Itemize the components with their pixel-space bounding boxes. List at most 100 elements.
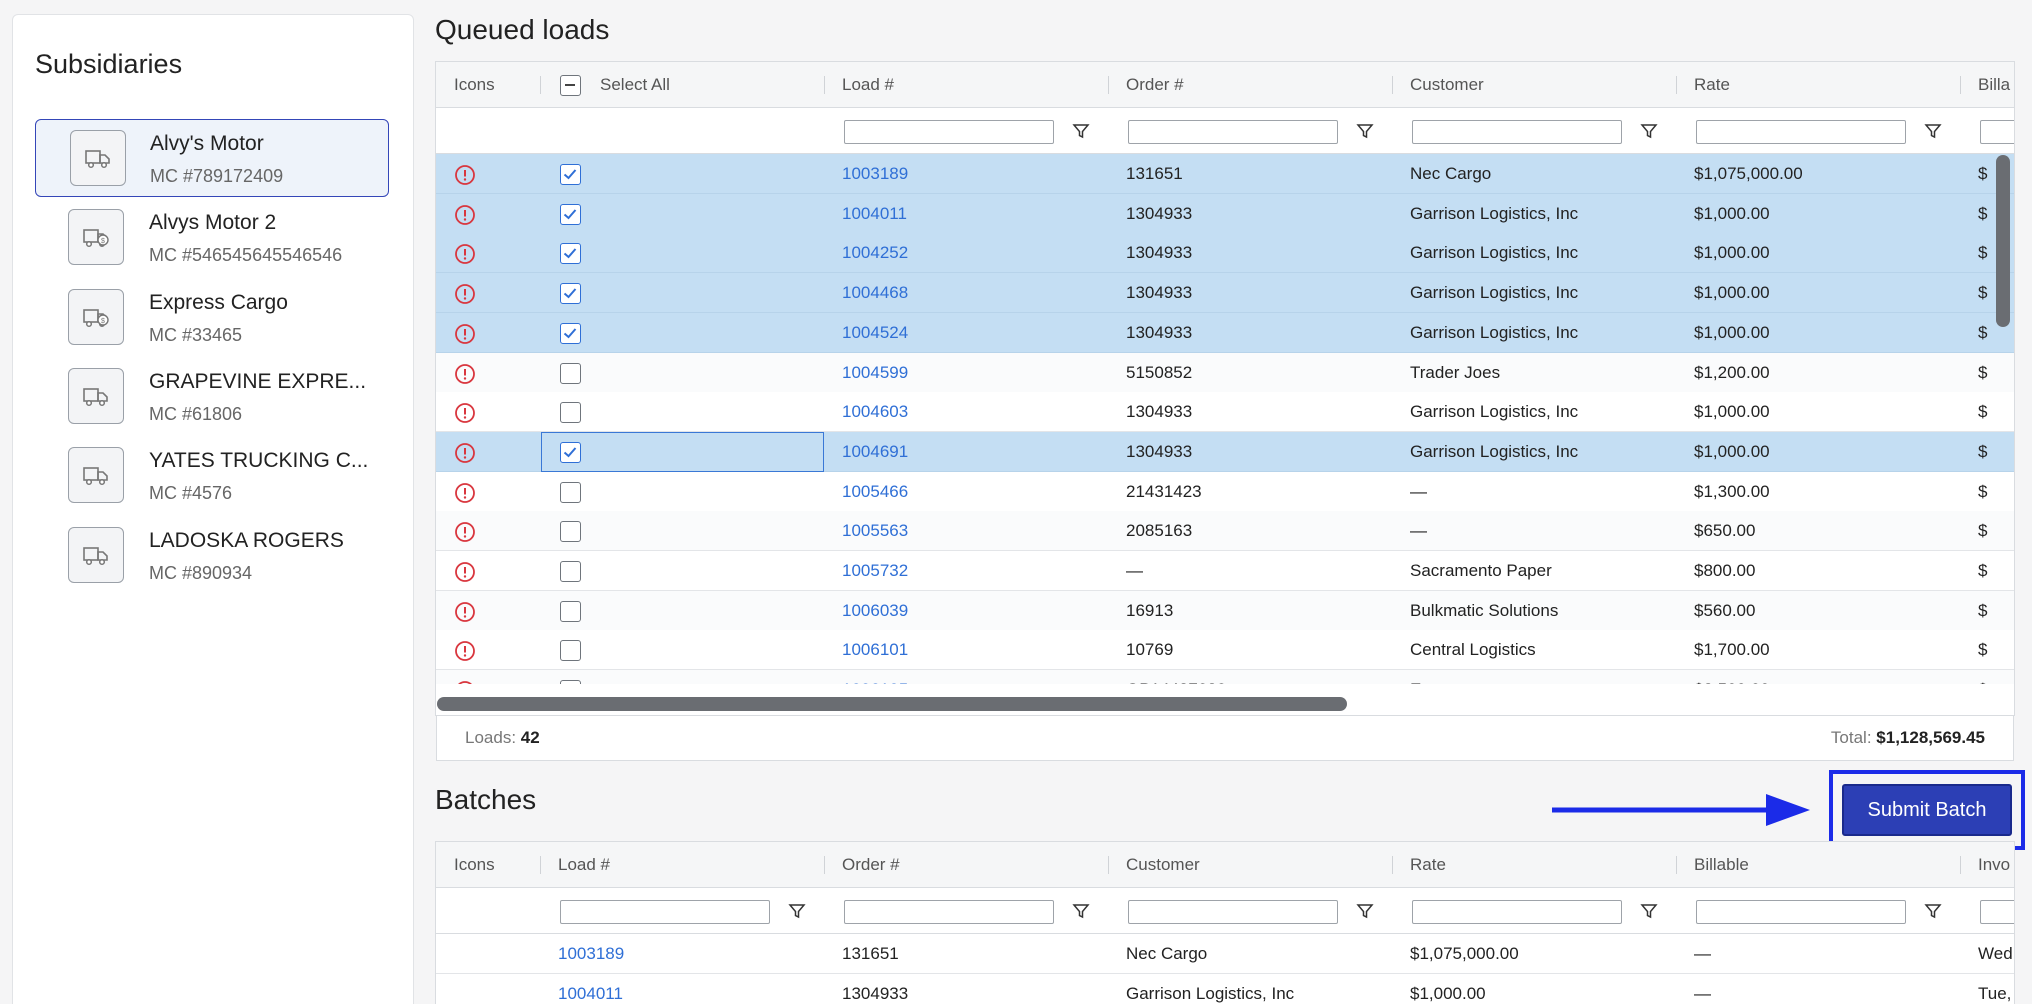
column-filter-input[interactable] bbox=[1980, 120, 2014, 144]
cell-billable: $ bbox=[1978, 561, 1988, 580]
load-number-link[interactable]: 1005563 bbox=[824, 511, 1108, 551]
row-checkbox[interactable] bbox=[560, 322, 581, 344]
column-filter-input[interactable] bbox=[1128, 120, 1338, 144]
row-checkbox[interactable] bbox=[560, 164, 581, 185]
horizontal-scrollbar[interactable] bbox=[437, 697, 1347, 711]
column-header-customer[interactable]: Customer bbox=[1392, 62, 1676, 108]
column-header-rate[interactable]: Rate bbox=[1676, 62, 1960, 108]
table-row[interactable]: 1004524 1304933 Garrison Logistics, Inc $1,… bbox=[436, 312, 2014, 353]
load-number-link[interactable]: 1004691 bbox=[824, 432, 1108, 472]
load-number-link[interactable]: 1004603 bbox=[824, 392, 1108, 432]
row-checkbox[interactable] bbox=[560, 203, 581, 225]
filter-icon[interactable] bbox=[1072, 122, 1090, 140]
subsidiary-item[interactable]: Alvy's Motor MC #789172409 bbox=[35, 119, 389, 197]
cell-rate: $1,075,000.00 bbox=[1410, 944, 1519, 963]
subsidiary-item[interactable]: $ Alvys Motor 2 MC #546545645546546 bbox=[34, 198, 388, 276]
table-row[interactable]: 1005563 2085163 — $650.00 $ bbox=[436, 511, 2014, 552]
column-filter-input[interactable] bbox=[560, 900, 770, 924]
subsidiary-name: YATES TRUCKING C... bbox=[149, 449, 369, 473]
load-number-link[interactable]: 1004524 bbox=[824, 313, 1108, 353]
load-number-link[interactable]: 1006039 bbox=[824, 591, 1108, 631]
table-row[interactable]: 1004603 1304933 Garrison Logistics, Inc $1,… bbox=[436, 392, 2014, 433]
row-checkbox[interactable] bbox=[560, 481, 581, 503]
table-row[interactable]: 1006101 10769 Central Logistics $1,700.00 $ bbox=[436, 630, 2014, 671]
subsidiary-item[interactable]: LADOSKA ROGERS MC #890934 bbox=[34, 516, 388, 594]
load-number-link[interactable]: 1004011 bbox=[540, 974, 824, 1004]
table-row[interactable]: 1003189 131651 Nec Cargo $1,075,000.00 $ bbox=[436, 154, 2014, 194]
batches-column-header-load[interactable]: Load # bbox=[540, 842, 824, 888]
column-filter-input[interactable] bbox=[844, 120, 1054, 144]
subsidiary-item[interactable]: $ Express Cargo MC #33465 bbox=[34, 278, 388, 356]
column-header-billable[interactable]: Billa bbox=[1960, 62, 2014, 108]
warning-icon bbox=[454, 680, 476, 684]
filter-icon[interactable] bbox=[1924, 902, 1942, 920]
focused-cell bbox=[541, 431, 824, 472]
batches-column-header-invoice[interactable]: Invo bbox=[1960, 842, 2014, 888]
loads-count-value: 42 bbox=[520, 728, 540, 747]
load-number-link[interactable]: 1004252 bbox=[824, 233, 1108, 273]
table-row[interactable]: 1006039 16913 Bulkmatic Solutions $560.00 $ bbox=[436, 590, 2014, 631]
table-row[interactable]: 1004468 1304933 Garrison Logistics, Inc $1,… bbox=[436, 273, 2014, 314]
filter-icon[interactable] bbox=[1356, 122, 1374, 140]
load-number-link[interactable]: 1004599 bbox=[824, 353, 1108, 393]
filter-icon[interactable] bbox=[1924, 122, 1942, 140]
column-filter-input[interactable] bbox=[1128, 900, 1338, 924]
filter-icon[interactable] bbox=[1356, 902, 1374, 920]
batches-column-header-customer[interactable]: Customer bbox=[1108, 842, 1392, 888]
column-header-select-all[interactable]: Select All bbox=[582, 62, 762, 108]
column-header-icons[interactable]: Icons bbox=[436, 62, 540, 108]
cell-order: 1304933 bbox=[1126, 203, 1193, 223]
vertical-scrollbar[interactable] bbox=[1996, 155, 2010, 327]
row-checkbox[interactable] bbox=[560, 680, 581, 684]
load-number-link[interactable]: 1004468 bbox=[824, 273, 1108, 313]
load-number-link[interactable]: 1004011 bbox=[824, 194, 1108, 234]
filter-icon[interactable] bbox=[1640, 122, 1658, 140]
load-number-link[interactable]: 1005466 bbox=[824, 472, 1108, 512]
filter-icon[interactable] bbox=[788, 902, 806, 920]
truck-dollar-icon: $ bbox=[68, 288, 124, 345]
row-checkbox[interactable] bbox=[560, 402, 581, 424]
table-row[interactable]: 1003189 131651 Nec Cargo $1,075,000.00 — Wed bbox=[436, 934, 2014, 974]
row-checkbox[interactable] bbox=[560, 600, 581, 622]
row-checkbox[interactable] bbox=[560, 243, 581, 265]
load-number-link[interactable]: 1006101 bbox=[824, 630, 1108, 670]
column-header-load[interactable]: Load # bbox=[824, 62, 1108, 108]
table-row[interactable]: 1004691 1304933 Garrison Logistics, Inc $1,… bbox=[436, 431, 2014, 472]
column-filter-input[interactable] bbox=[844, 900, 1054, 924]
row-checkbox[interactable] bbox=[560, 561, 581, 582]
row-checkbox[interactable] bbox=[560, 521, 581, 543]
column-filter-input[interactable] bbox=[1696, 900, 1906, 924]
column-filter-input[interactable] bbox=[1412, 120, 1622, 144]
load-number-link[interactable]: 1005732 bbox=[824, 551, 1108, 591]
table-row[interactable]: 1005466 21431423 — $1,300.00 $ bbox=[436, 471, 2014, 512]
cell-rate: $1,000.00 bbox=[1694, 283, 1770, 303]
row-checkbox[interactable] bbox=[560, 640, 581, 662]
batches-column-header-rate[interactable]: Rate bbox=[1392, 842, 1676, 888]
filter-icon[interactable] bbox=[1072, 902, 1090, 920]
table-row[interactable]: 1006105OP14437238Encore$3,500.00$ bbox=[436, 670, 2014, 684]
column-filter-input[interactable] bbox=[1696, 120, 1906, 144]
column-filter-input[interactable] bbox=[1412, 900, 1622, 924]
row-checkbox[interactable] bbox=[560, 283, 581, 305]
subsidiary-item[interactable]: GRAPEVINE EXPRE... MC #61806 bbox=[34, 357, 388, 435]
select-all-checkbox[interactable] bbox=[560, 75, 581, 96]
load-number-link[interactable]: 1003189 bbox=[824, 154, 1108, 194]
column-filter-input[interactable] bbox=[1980, 900, 2014, 924]
load-number-link[interactable]: 1003189 bbox=[540, 934, 824, 974]
table-row[interactable]: 1004599 5150852 Trader Joes $1,200.00 $ bbox=[436, 352, 2014, 393]
cell-customer: Garrison Logistics, Inc bbox=[1410, 441, 1579, 461]
filter-icon[interactable] bbox=[1640, 902, 1658, 920]
load-number-link[interactable]: 1006105 bbox=[824, 670, 1108, 684]
batches-column-header-order[interactable]: Order # bbox=[824, 842, 1108, 888]
row-checkbox[interactable] bbox=[560, 362, 581, 384]
column-header-order[interactable]: Order # bbox=[1108, 62, 1392, 108]
batches-column-header-icons[interactable]: Icons bbox=[436, 842, 540, 888]
submit-batch-button[interactable]: Submit Batch bbox=[1842, 784, 2012, 836]
table-row[interactable]: 1004011 1304933 Garrison Logistics, Inc $1,… bbox=[436, 193, 2014, 234]
batches-column-header-billable[interactable]: Billable bbox=[1676, 842, 1960, 888]
cell-customer: Nec Cargo bbox=[1410, 164, 1492, 183]
table-row[interactable]: 1004011 1304933 Garrison Logistics, Inc $1,… bbox=[436, 973, 2014, 1004]
subsidiary-item[interactable]: YATES TRUCKING C... MC #4576 bbox=[34, 436, 388, 514]
table-row[interactable]: 1004252 1304933 Garrison Logistics, Inc $1,… bbox=[436, 233, 2014, 274]
table-row[interactable]: 1005732 — Sacramento Paper $800.00 $ bbox=[436, 551, 2014, 591]
